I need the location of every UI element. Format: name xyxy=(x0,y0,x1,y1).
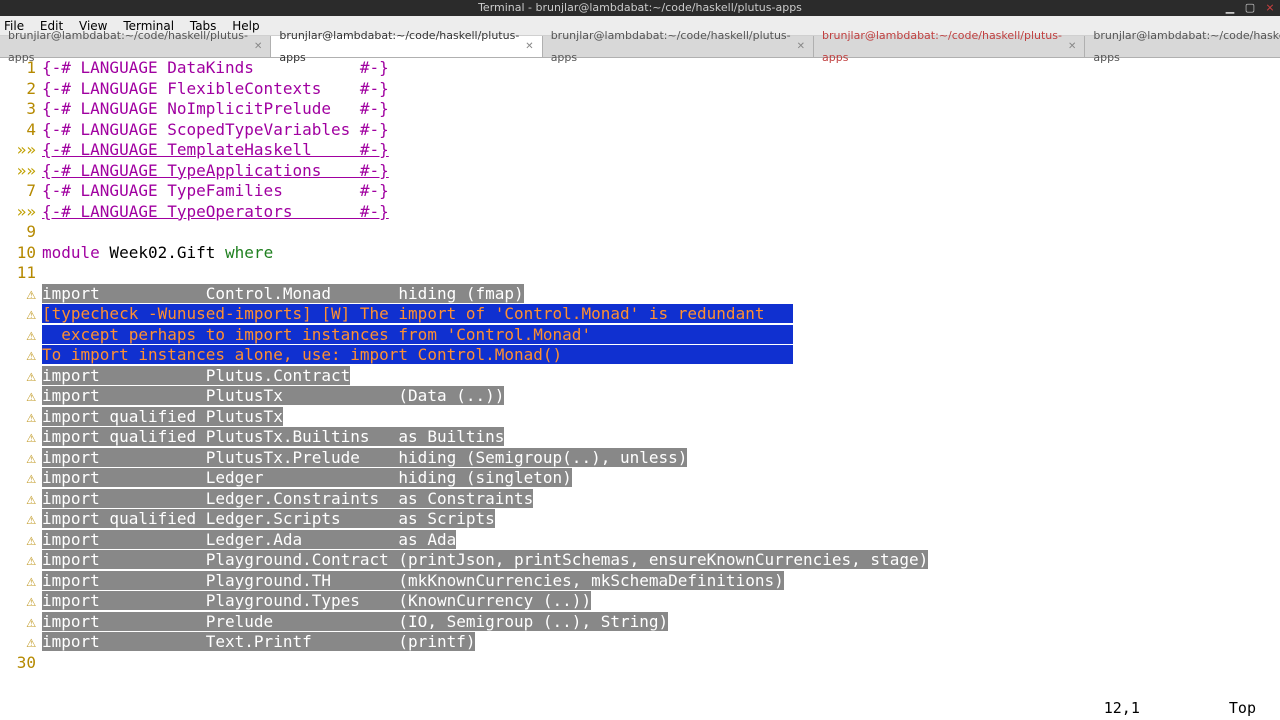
code-line[interactable]: {-# LANGUAGE ScopedTypeVariables #-} xyxy=(42,120,1280,141)
code-line[interactable]: import Text.Printf (printf) xyxy=(42,632,1280,653)
code-line[interactable]: import Ledger hiding (singleton) xyxy=(42,468,1280,489)
code-line[interactable]: import Prelude (IO, Semigroup (..), Stri… xyxy=(42,612,1280,633)
scroll-position: Top xyxy=(1229,699,1256,717)
tab-4[interactable]: brunjlar@lambdabat:~/code/haskell/plutus… xyxy=(1085,36,1280,57)
tab-1[interactable]: brunjlar@lambdabat:~/code/haskell/plutus… xyxy=(271,36,542,57)
text-cursor xyxy=(504,427,514,448)
editor[interactable]: 1234»»»»7»»91011⚠⚠⚠⚠⚠⚠⚠⚠⚠⚠⚠⚠⚠⚠⚠⚠⚠⚠30 {-#… xyxy=(0,58,1280,700)
window-title: Terminal - brunjlar@lambdabat:~/code/has… xyxy=(478,1,802,14)
tabbar: brunjlar@lambdabat:~/code/haskell/plutus… xyxy=(0,36,1280,58)
gutter: 1234»»»»7»»91011⚠⚠⚠⚠⚠⚠⚠⚠⚠⚠⚠⚠⚠⚠⚠⚠⚠⚠30 xyxy=(0,58,42,700)
tab-0[interactable]: brunjlar@lambdabat:~/code/haskell/plutus… xyxy=(0,36,271,57)
code-line[interactable] xyxy=(42,653,1280,674)
code-line[interactable]: import Playground.TH (mkKnownCurrencies,… xyxy=(42,571,1280,592)
tab-close-icon[interactable]: ✕ xyxy=(254,36,262,58)
code-line[interactable]: {-# LANGUAGE NoImplicitPrelude #-} xyxy=(42,99,1280,120)
code-line[interactable]: import qualified PlutusTx xyxy=(42,407,1280,428)
code-line[interactable]: import Control.Monad hiding (fmap) xyxy=(42,284,1280,305)
code-line[interactable]: import Playground.Contract (printJson, p… xyxy=(42,550,1280,571)
code-line[interactable]: except perhaps to import instances from … xyxy=(42,325,1280,346)
minimize-icon[interactable]: ▁ xyxy=(1224,0,1236,12)
code-line[interactable] xyxy=(42,222,1280,243)
statusbar: 12,1 Top xyxy=(0,698,1280,718)
code-line[interactable]: import PlutusTx (Data (..)) xyxy=(42,386,1280,407)
code-line[interactable]: {-# LANGUAGE TypeApplications #-} xyxy=(42,161,1280,182)
maximize-icon[interactable]: ▢ xyxy=(1244,0,1256,12)
tab-close-icon[interactable]: ✕ xyxy=(1068,36,1076,58)
code-area[interactable]: {-# LANGUAGE DataKinds #-}{-# LANGUAGE F… xyxy=(42,58,1280,700)
code-line[interactable] xyxy=(42,263,1280,284)
code-line[interactable]: {-# LANGUAGE FlexibleContexts #-} xyxy=(42,79,1280,100)
tab-close-icon[interactable]: ✕ xyxy=(525,36,533,58)
code-line[interactable]: To import instances alone, use: import C… xyxy=(42,345,1280,366)
code-line[interactable]: import Playground.Types (KnownCurrency (… xyxy=(42,591,1280,612)
window-titlebar: Terminal - brunjlar@lambdabat:~/code/has… xyxy=(0,0,1280,16)
close-icon[interactable]: ⨯ xyxy=(1264,0,1276,12)
code-line[interactable]: {-# LANGUAGE TemplateHaskell #-} xyxy=(42,140,1280,161)
code-line[interactable]: [typecheck -Wunused-imports] [W] The imp… xyxy=(42,304,1280,325)
code-line[interactable]: import Ledger.Ada as Ada xyxy=(42,530,1280,551)
cursor-position: 12,1 xyxy=(1104,699,1140,717)
code-line[interactable]: module Week02.Gift where xyxy=(42,243,1280,264)
code-line[interactable]: {-# LANGUAGE DataKinds #-} xyxy=(42,58,1280,79)
code-line[interactable]: import Plutus.Contract xyxy=(42,366,1280,387)
tab-2[interactable]: brunjlar@lambdabat:~/code/haskell/plutus… xyxy=(543,36,814,57)
code-line[interactable]: import qualified PlutusTx.Builtins as Bu… xyxy=(42,427,1280,448)
tab-3[interactable]: brunjlar@lambdabat:~/code/haskell/plutus… xyxy=(814,36,1085,57)
code-line[interactable]: import PlutusTx.Prelude hiding (Semigrou… xyxy=(42,448,1280,469)
code-line[interactable]: import Ledger.Constraints as Constraints xyxy=(42,489,1280,510)
tab-close-icon[interactable]: ✕ xyxy=(797,36,805,58)
code-line[interactable]: {-# LANGUAGE TypeOperators #-} xyxy=(42,202,1280,223)
code-line[interactable]: {-# LANGUAGE TypeFamilies #-} xyxy=(42,181,1280,202)
code-line[interactable]: import qualified Ledger.Scripts as Scrip… xyxy=(42,509,1280,530)
